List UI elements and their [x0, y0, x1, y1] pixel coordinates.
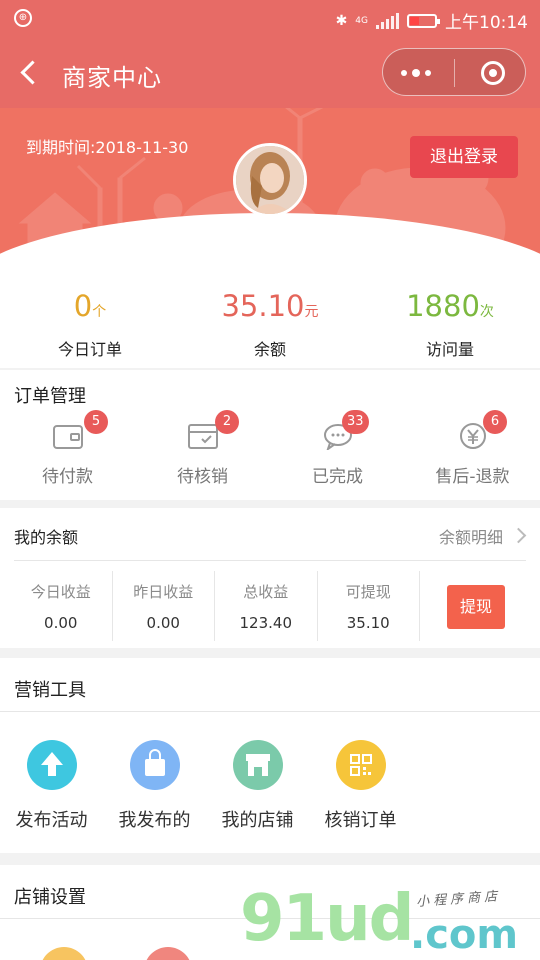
stat-unit: 次: [479, 304, 494, 320]
tool-label: 核销订单: [324, 810, 397, 831]
section-title: 我的余额: [14, 528, 79, 547]
merchant-header: 到期时间:2018-11-30 退出登录 木子养生: [0, 108, 540, 268]
order-tab-label: 待核销: [177, 467, 228, 487]
watermark-logo: 91ud 小程序商店 .com: [240, 882, 519, 958]
stat-label: 余额: [253, 340, 286, 359]
order-tab-label: 已完成: [312, 467, 363, 487]
count-badge: 5: [84, 410, 108, 434]
merchant-name: 木子养生: [234, 233, 306, 254]
storefront-icon: [232, 740, 283, 790]
order-tab-label: 待付款: [42, 467, 93, 487]
count-badge: 6: [483, 410, 507, 434]
order-tab-label: 售后-退款: [435, 467, 510, 487]
balance-item: 今日收益 0.00: [10, 571, 113, 641]
order-tab-pending-verify[interactable]: 2 待核销: [135, 410, 270, 487]
count-badge: 33: [342, 410, 369, 434]
balance-item: 昨日收益 0.00: [113, 571, 215, 641]
close-mini-program-icon[interactable]: [481, 61, 505, 85]
bluetooth-icon: ✱: [335, 12, 348, 29]
tool-label: 发布活动: [15, 810, 88, 831]
stat-unit: 个: [92, 304, 107, 320]
order-tab-refund[interactable]: 6 售后-退款: [405, 410, 540, 487]
tool-publish-activity[interactable]: 发布活动: [0, 740, 103, 832]
balance-item: 可提现 35.10: [318, 571, 420, 641]
tool-label: 我的店铺: [221, 810, 294, 831]
marketing-tools-section: 营销工具 发布活动 我发布的 我的店铺 核销订单: [0, 658, 540, 853]
withdraw-button[interactable]: 提现: [447, 585, 505, 629]
shopping-bag-icon: [129, 740, 180, 790]
qr-code-icon: [335, 740, 386, 790]
order-tab-completed[interactable]: 33 已完成: [270, 410, 405, 487]
logout-button[interactable]: 退出登录: [410, 136, 518, 178]
stat-value: 1880: [406, 289, 480, 323]
stat-label: 今日订单: [57, 340, 122, 359]
app-status-icon: ⊕: [14, 9, 32, 27]
back-arrow-icon[interactable]: [18, 56, 40, 86]
tool-my-published[interactable]: 我发布的: [103, 740, 206, 832]
expiry-date: 到期时间:2018-11-30: [26, 138, 189, 157]
balance-detail-link[interactable]: 余额明细: [439, 524, 524, 548]
status-time: 上午10:14: [445, 13, 528, 33]
page-title: 商家中心: [62, 64, 162, 92]
tool-label: 我发布的: [118, 810, 191, 831]
balance-section: 我的余额 余额明细 今日收益 0.00 昨日收益 0.00 总收益 123.40 可提…: [0, 508, 540, 648]
network-type: 4G: [355, 15, 368, 26]
balance-item: 总收益 123.40: [215, 571, 318, 641]
battery-icon: [407, 13, 440, 28]
stat-value: 0: [73, 289, 93, 323]
more-options-icon[interactable]: [401, 69, 431, 77]
stat-balance[interactable]: 35.10元 余额: [180, 268, 360, 368]
store-setting-icon[interactable]: [144, 947, 192, 960]
stat-unit: 元: [304, 304, 319, 320]
stat-today-orders[interactable]: 0个 今日订单: [0, 268, 180, 368]
signal-icon: [376, 12, 399, 29]
order-management-section: 订单管理 5 待付款 2 待核销 33 已完成 6 售后-退款: [0, 370, 540, 500]
stats-bar: 0个 今日订单 35.10元 余额 1880次 访问量: [0, 268, 540, 368]
status-bar: ⊕ ✱ 4G 上午10:14: [0, 0, 540, 38]
tool-my-store[interactable]: 我的店铺: [206, 740, 309, 832]
count-badge: 2: [215, 410, 239, 434]
tool-verify-orders[interactable]: 核销订单: [309, 740, 412, 832]
store-setting-icon[interactable]: [40, 947, 88, 960]
stat-label: 访问量: [425, 340, 474, 359]
pending-verify-icon: [187, 424, 218, 449]
order-tab-pending-payment[interactable]: 5 待付款: [0, 410, 135, 487]
avatar[interactable]: [233, 143, 307, 217]
section-title: 店铺设置: [14, 887, 86, 908]
mini-program-capsule: [382, 48, 526, 96]
wallet-icon: [52, 425, 83, 449]
stat-visits[interactable]: 1880次 访问量: [360, 268, 540, 368]
section-title: 营销工具: [14, 680, 86, 701]
stat-value: 35.10: [221, 289, 305, 323]
upload-arrow-icon: [26, 740, 77, 790]
section-title: 订单管理: [14, 386, 86, 407]
nav-bar: 商家中心: [0, 38, 540, 108]
